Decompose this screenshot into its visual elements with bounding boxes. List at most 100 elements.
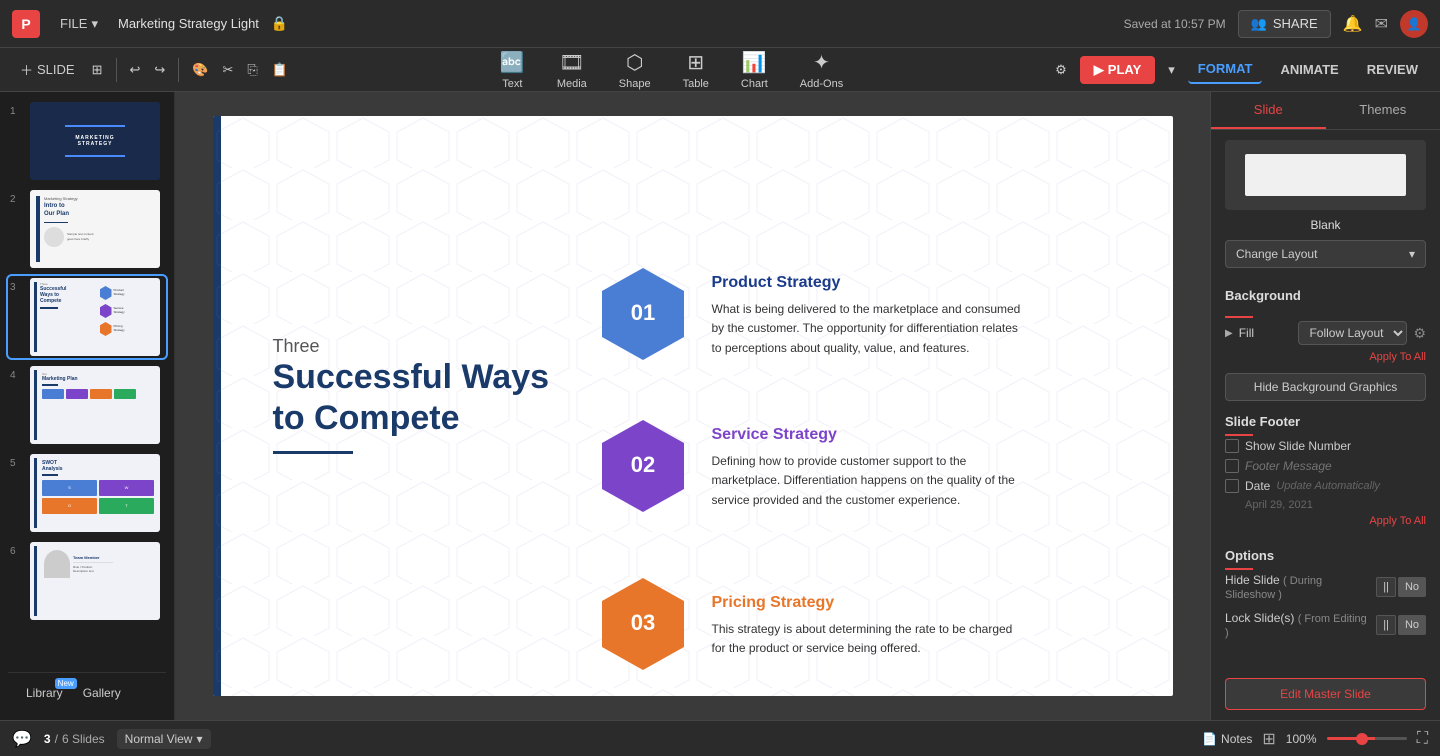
fill-label: Fill — [1239, 326, 1293, 340]
slide-thumb-6[interactable]: 6 Team Member Role / PositionDescription… — [8, 540, 166, 622]
service-strategy-desc: Defining how to provide customer support… — [712, 452, 1022, 510]
slide-thumb-3[interactable]: 3 Three SuccessfulWays toCompete Product… — [8, 276, 166, 358]
app-logo: P — [12, 10, 40, 38]
view-label: Normal View — [125, 732, 193, 746]
notes-button[interactable]: 📄 Notes — [1202, 732, 1252, 746]
undo-button[interactable]: ↩ — [125, 57, 146, 83]
footer-message-input[interactable] — [1245, 459, 1426, 473]
save-status: Saved at 10:57 PM — [1124, 17, 1226, 31]
slide-title-line1: Successful Ways — [273, 357, 550, 398]
add-slide-button[interactable]: ＋ SLIDE — [12, 56, 83, 83]
edit-master-slide-button[interactable]: Edit Master Slide — [1225, 678, 1426, 710]
zoom-slider[interactable] — [1327, 737, 1407, 740]
scissors-button[interactable]: ✂ — [218, 57, 239, 83]
hide-slide-toggle-yes[interactable]: || — [1376, 577, 1396, 597]
date-checkbox[interactable] — [1225, 479, 1239, 493]
show-slide-number-label: Show Slide Number — [1245, 439, 1351, 453]
toolbar-divider — [116, 58, 117, 82]
layout-preview — [1225, 140, 1426, 210]
lock-icon: 🔒 — [271, 15, 288, 32]
slide-thumb-1[interactable]: 1 MARKETINGSTRATEGY — [8, 100, 166, 182]
slide-preview-4: Our Marketing Plan — [30, 366, 160, 444]
apply-all-footer[interactable]: Apply To All — [1225, 515, 1426, 527]
shape-icon: ⬡ — [626, 50, 643, 75]
fit-to-screen-icon[interactable]: ⛶ — [1417, 730, 1428, 748]
notifications-icon[interactable]: 🔔 — [1343, 14, 1363, 34]
hide-background-button[interactable]: Hide Background Graphics — [1225, 373, 1426, 401]
slide-preview-1: MARKETINGSTRATEGY — [30, 102, 160, 180]
options-title: Options — [1225, 548, 1274, 563]
footer-message-checkbox[interactable] — [1225, 459, 1239, 473]
addons-tool[interactable]: ✦ Add-Ons — [784, 46, 859, 94]
slide-subtitle: Three — [273, 336, 550, 357]
hide-slide-label: Hide Slide ( During Slideshow ) — [1225, 573, 1370, 601]
table-tool[interactable]: ⊞ Table — [667, 46, 725, 94]
view-chevron-icon: ▾ — [196, 732, 202, 746]
paste-button[interactable]: 📋 — [267, 57, 293, 83]
slide-number-6: 6 — [10, 546, 24, 557]
change-layout-button[interactable]: Change Layout ▾ — [1225, 240, 1426, 268]
fill-settings-icon[interactable]: ⚙ — [1413, 325, 1426, 342]
layout-section: Blank Change Layout ▾ — [1211, 130, 1440, 288]
product-strategy-title: Product Strategy — [712, 274, 1022, 292]
slide-thumb-5[interactable]: 5 SWOTAnalysis S W O T — [8, 452, 166, 534]
gallery-tab[interactable]: Gallery — [73, 682, 131, 704]
slide-thumb-2[interactable]: 2 Marketing Strategy Intro toOur Plan Sa… — [8, 188, 166, 270]
user-avatar[interactable]: 👤 — [1400, 10, 1428, 38]
lock-slide-toggle-no[interactable]: No — [1398, 615, 1426, 635]
hide-slide-toggle: || No — [1376, 577, 1426, 597]
text-tool[interactable]: 🔤 Text — [484, 46, 541, 94]
slide-number-2: 2 — [10, 194, 24, 205]
show-slide-number-checkbox[interactable] — [1225, 439, 1239, 453]
options-divider — [1225, 568, 1253, 570]
hide-slide-toggle-no[interactable]: No — [1398, 577, 1426, 597]
apply-all-background[interactable]: Apply To All — [1225, 351, 1426, 363]
layout-button[interactable]: ⊞ — [87, 57, 108, 83]
item-1-container: 01 Product Strategy What is being delive… — [598, 264, 1022, 368]
media-tool[interactable]: 🎞 Media — [541, 46, 603, 94]
slide-thumb-4[interactable]: 4 Our Marketing Plan — [8, 364, 166, 446]
notes-label: Notes — [1221, 732, 1252, 746]
redo-button[interactable]: ↪ — [149, 57, 170, 83]
show-slide-number-row: Show Slide Number — [1225, 439, 1426, 453]
right-bottom-controls: 📄 Notes ⊞ 100% ⛶ — [1202, 729, 1428, 749]
library-tab[interactable]: Library New — [16, 682, 73, 704]
play-dropdown-button[interactable]: ▾ — [1163, 57, 1180, 83]
view-select[interactable]: Normal View ▾ — [117, 729, 211, 749]
format-tab[interactable]: FORMAT — [1188, 55, 1263, 84]
animate-tab[interactable]: ANIMATE — [1270, 56, 1348, 83]
item-2-container: 02 Service Strategy Defining how to prov… — [598, 416, 1022, 520]
svg-text:02: 02 — [630, 452, 654, 477]
chart-tool[interactable]: 📊 Chart — [725, 46, 784, 94]
fill-row: ▶ Fill Follow Layout None Solid Gradient… — [1225, 321, 1426, 345]
slide-canvas[interactable]: Three Successful Ways to Compete 01 Prod… — [213, 116, 1173, 696]
notes-icon: 📄 — [1202, 732, 1217, 746]
item-2-text: Service Strategy Defining how to provide… — [712, 426, 1022, 510]
settings-button[interactable]: ⚙ — [1050, 57, 1072, 83]
toolbar: ＋ SLIDE ⊞ ↩ ↪ 🎨 ✂ ⎘ 📋 🔤 Text 🎞 Media ⬡ S… — [0, 48, 1440, 92]
share-button[interactable]: 👥 SHARE — [1238, 10, 1331, 38]
themes-tab[interactable]: Themes — [1326, 92, 1440, 129]
shape-tool[interactable]: ⬡ Shape — [603, 46, 667, 94]
play-button[interactable]: ▶ PLAY — [1080, 56, 1155, 84]
slide-number-3: 3 — [10, 282, 24, 293]
paint-button[interactable]: 🎨 — [187, 57, 213, 83]
top-right-actions: Saved at 10:57 PM 👥 SHARE 🔔 ✉ 👤 — [1124, 10, 1428, 38]
slide-tab[interactable]: Slide — [1211, 92, 1326, 129]
copy-button[interactable]: ⎘ — [242, 57, 262, 83]
background-divider — [1225, 316, 1253, 318]
right-format-panel: Slide Themes Blank Change Layout ▾ Backg… — [1210, 92, 1440, 720]
zoom-percentage: 100% — [1286, 732, 1321, 746]
layout-icon[interactable]: ⊞ — [1262, 729, 1275, 749]
chat-icon[interactable]: 💬 — [12, 729, 32, 749]
fill-select[interactable]: Follow Layout None Solid Gradient — [1298, 321, 1407, 345]
review-tab[interactable]: REVIEW — [1357, 56, 1428, 83]
fill-expand-icon[interactable]: ▶ — [1225, 328, 1233, 339]
background-section-title: Background — [1225, 288, 1301, 303]
lock-slide-toggle-yes[interactable]: || — [1376, 615, 1396, 635]
mail-icon[interactable]: ✉ — [1375, 14, 1388, 34]
right-toolbar: ⚙ ▶ PLAY ▾ FORMAT ANIMATE REVIEW — [1050, 55, 1428, 84]
file-menu-button[interactable]: FILE ▾ — [52, 12, 106, 36]
slide-preview-2: Marketing Strategy Intro toOur Plan Samp… — [30, 190, 160, 268]
slide-editor: Three Successful Ways to Compete 01 Prod… — [175, 92, 1210, 720]
